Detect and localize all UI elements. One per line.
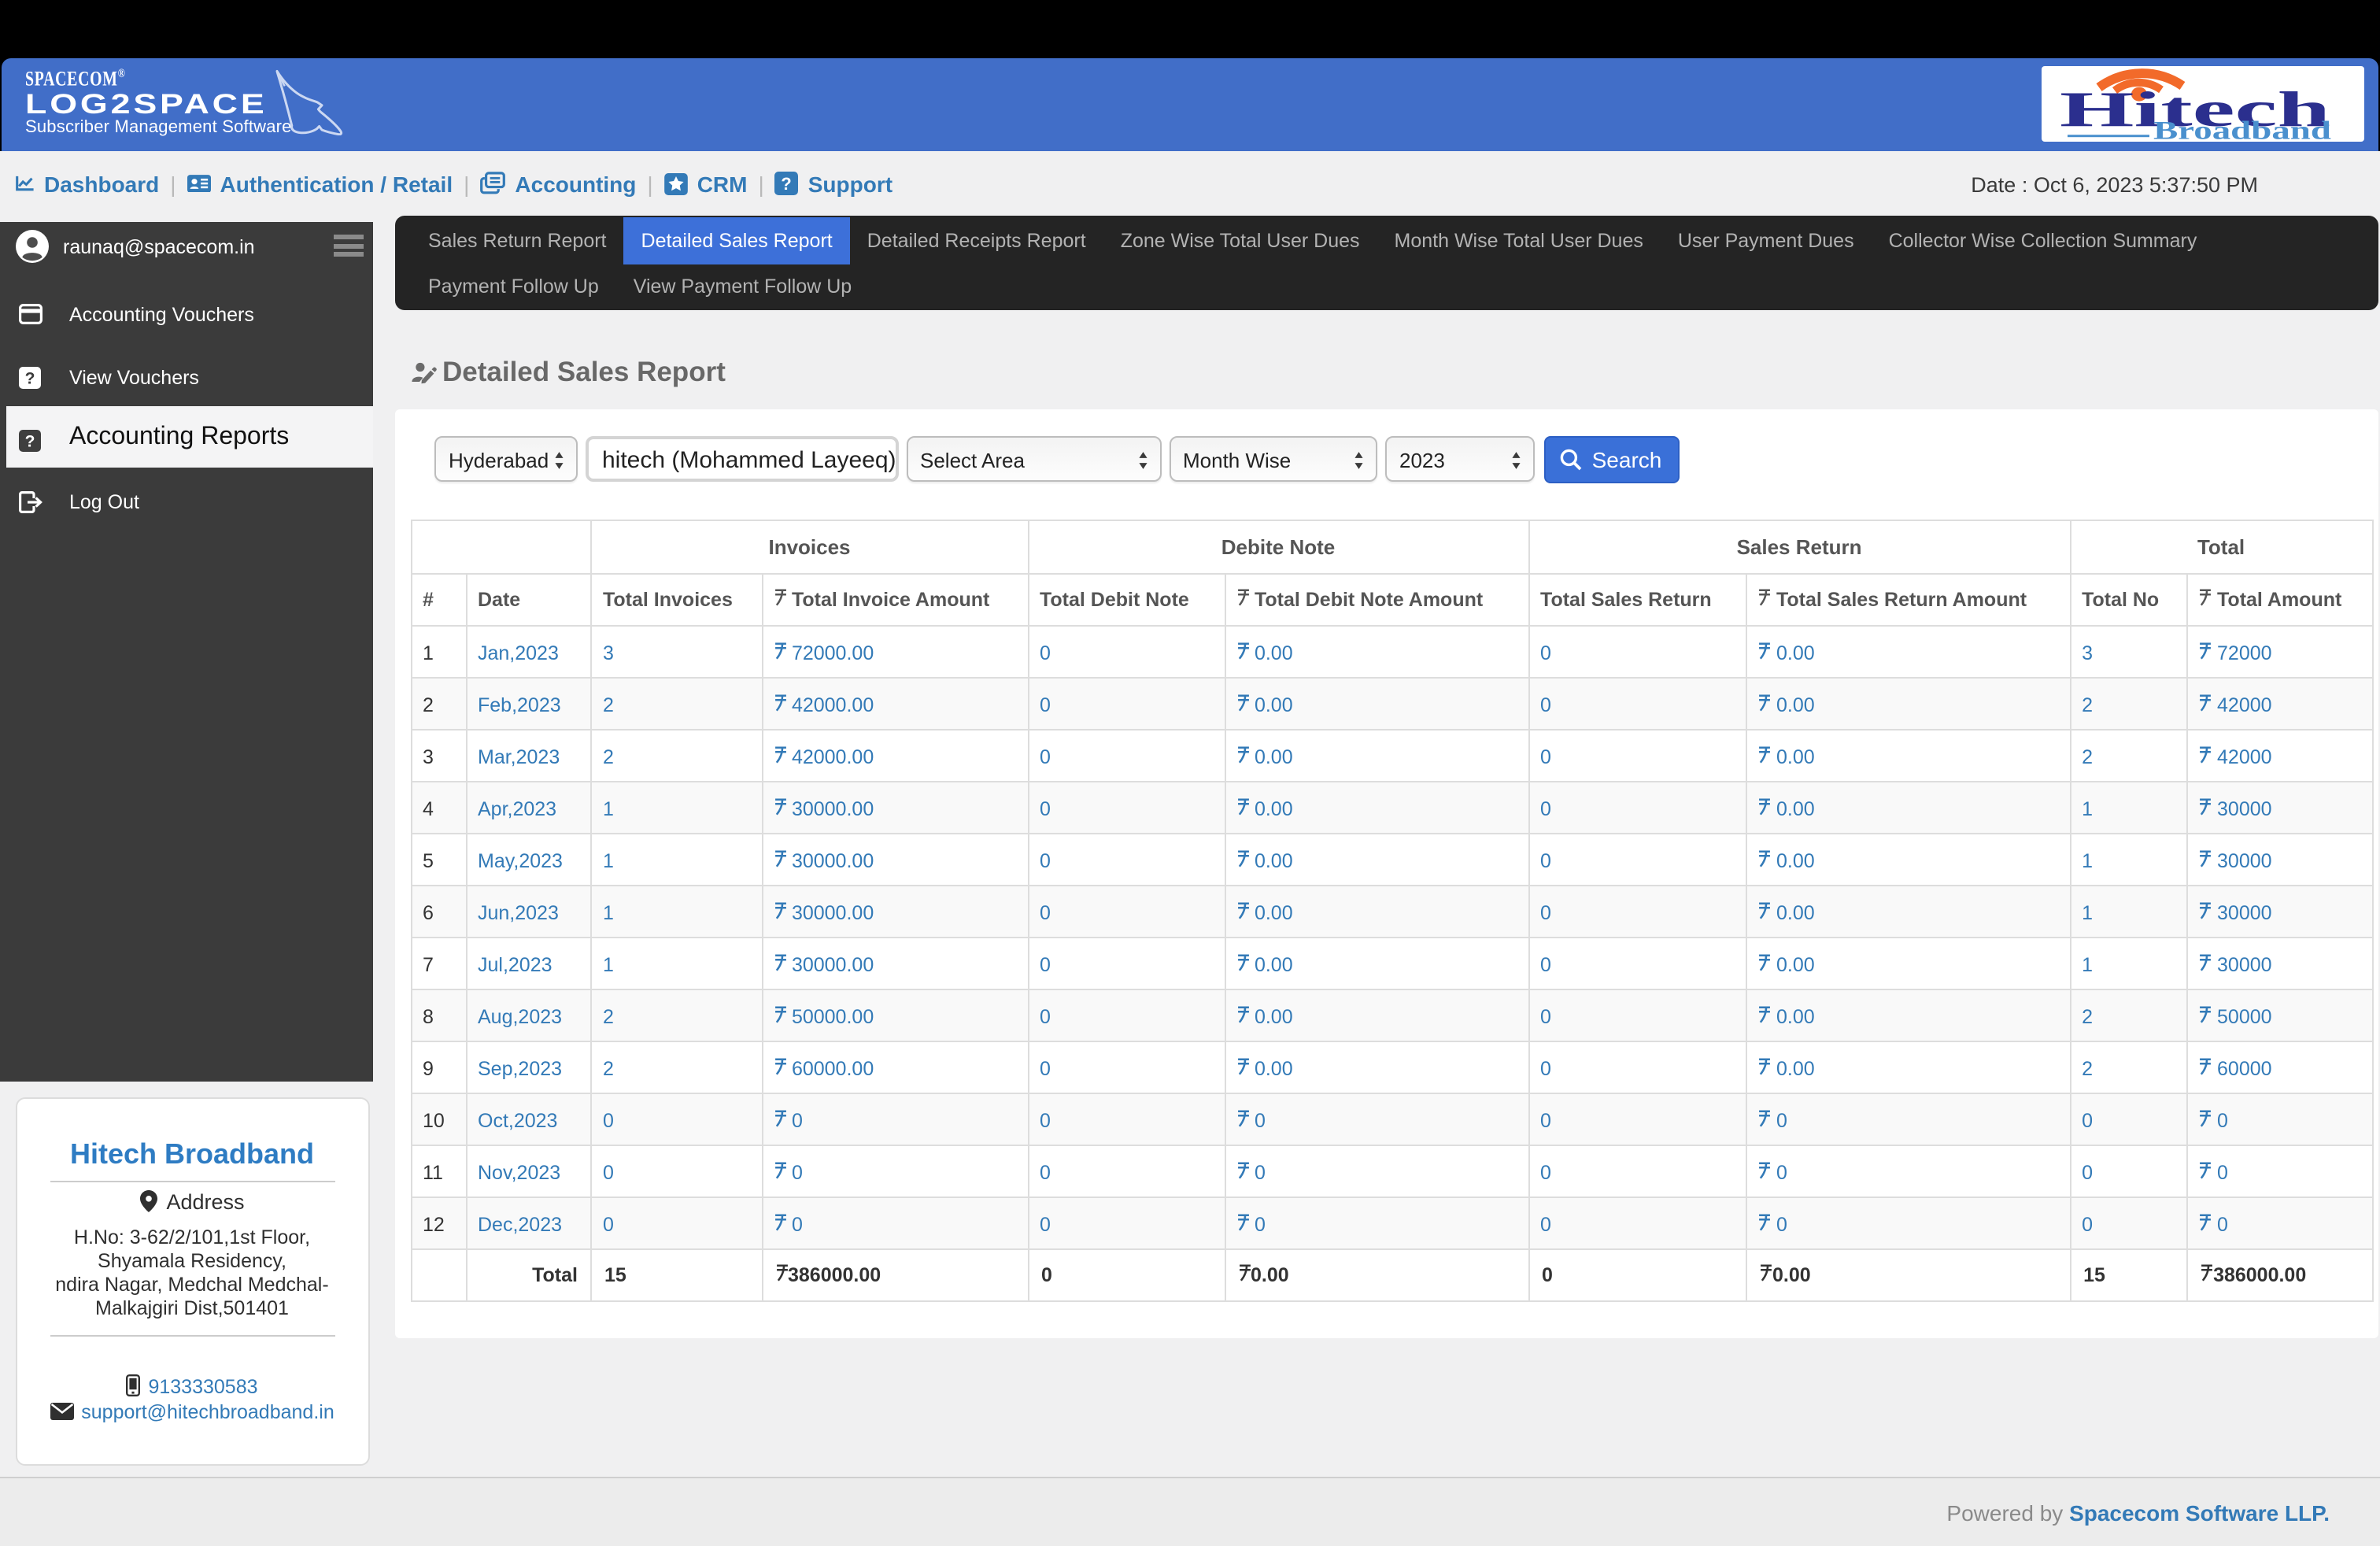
svg-text:?: ? [25,432,35,450]
svg-text:?: ? [782,174,792,194]
svg-text:Broadband: Broadband [2153,117,2330,142]
svg-text:?: ? [25,369,35,387]
